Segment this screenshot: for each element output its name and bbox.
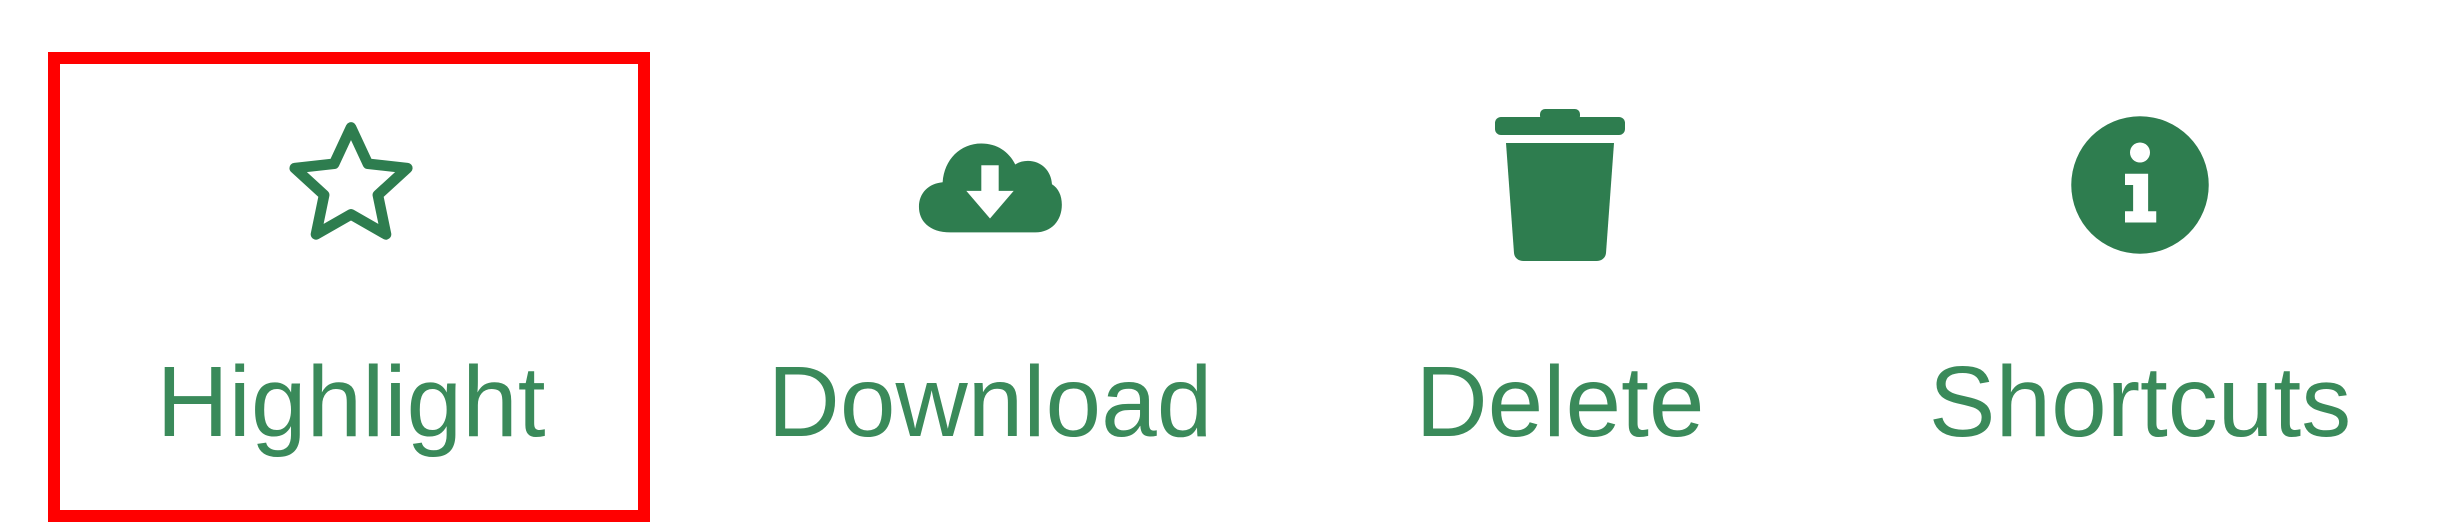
delete-button[interactable]: Delete xyxy=(1360,52,1760,522)
delete-label: Delete xyxy=(1415,346,1705,458)
cloud-download-icon xyxy=(915,110,1065,260)
download-button[interactable]: Download xyxy=(700,52,1280,522)
action-toolbar: Highlight Download Delete Shortcuts xyxy=(0,0,2454,526)
info-circle-icon xyxy=(2065,110,2215,260)
star-outline-icon xyxy=(276,110,426,260)
download-label: Download xyxy=(767,346,1213,458)
highlight-label: Highlight xyxy=(156,346,546,458)
trash-icon xyxy=(1485,109,1635,261)
shortcuts-label: Shortcuts xyxy=(1928,346,2352,458)
shortcuts-button[interactable]: Shortcuts xyxy=(1840,52,2440,522)
highlight-button[interactable]: Highlight xyxy=(50,52,652,522)
